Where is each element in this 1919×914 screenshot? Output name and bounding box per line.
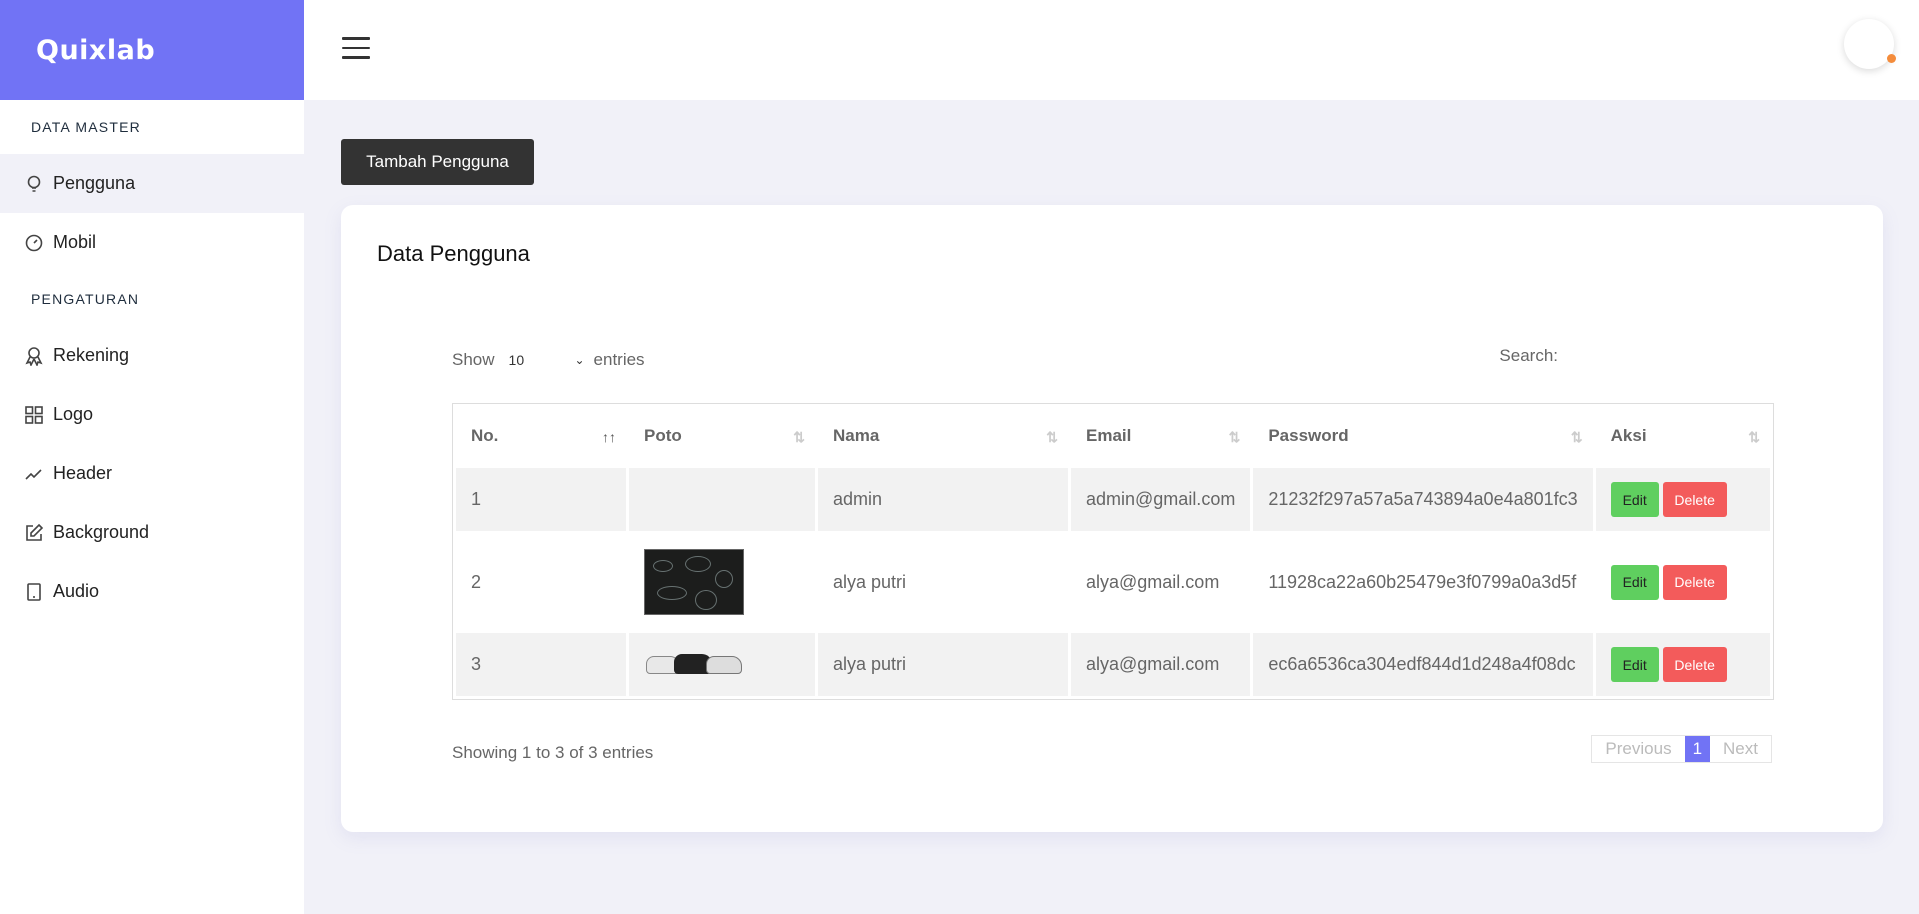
sidebar-item-logo[interactable]: Logo [0,385,304,444]
entries-length-control: Show 10 ⌄ entries [452,346,645,374]
sort-icon: ⇅ [793,429,805,445]
cell-poto [629,534,815,630]
column-header-password[interactable]: Password ⇅ [1253,407,1592,465]
next-page-button[interactable]: Next [1710,736,1771,762]
delete-button[interactable]: Delete [1662,482,1727,517]
avatar[interactable] [1844,19,1896,69]
brand-logo[interactable]: Quixlab [0,0,304,100]
cell-no: 2 [471,571,482,592]
cell-password: 11928ca22a60b25479e3f0799a0a3d5f [1268,571,1577,592]
status-dot [1887,54,1896,63]
grid-icon [25,405,43,424]
cell-password: 21232f297a57a5a743894a0e4a801fc3 [1253,468,1593,531]
speedometer-icon [25,234,43,251]
bulb-icon [27,175,41,192]
entries-value: 10 [508,352,525,368]
cell-aksi: Edit Delete [1595,468,1770,531]
cell-poto [629,633,815,696]
edit-icon [26,523,44,541]
previous-page-button[interactable]: Previous [1592,736,1684,762]
cell-password: ec6a6536ca304edf844d1d248a4f08dc [1253,633,1593,696]
cell-no: 3 [456,633,626,696]
table-row: 1 admin admin@gmail.com 21232f297a57a5a7… [456,468,1770,531]
user-photo-chalkboard [644,549,744,615]
edit-button[interactable]: Edit [1610,482,1659,517]
column-header-poto[interactable]: Poto ⇅ [629,407,815,465]
search-label: Search: [1499,346,1558,365]
delete-button[interactable]: Delete [1662,647,1727,682]
column-header-nama[interactable]: Nama ⇅ [818,407,1068,465]
cell-no: 1 [456,468,626,531]
cell-email: alya@gmail.com [1086,571,1220,592]
table-row: 2 alya putri alya@gmail.com 11928ca22a60… [456,534,1770,630]
section-title-data-master: DATA MASTER [31,119,141,135]
add-user-button[interactable]: Tambah Pengguna [341,139,534,185]
cell-nama: admin [818,468,1068,531]
sort-asc-icon: ↑↑ [602,429,616,445]
cell-email: admin@gmail.com [1071,468,1251,531]
hamburger-menu-icon[interactable] [342,37,370,61]
cell-nama: alya putri [833,571,907,592]
sidebar-item-label: Logo [53,404,94,424]
user-photo-cars [644,652,744,678]
sidebar-item-label: Pengguna [53,173,136,193]
sidebar-item-label: Background [53,522,150,542]
brand-name: Quixlab [36,34,156,66]
edit-button[interactable]: Edit [1610,647,1659,682]
chevron-down-icon: ⌄ [574,353,585,367]
pagination: Previous 1 Next [1591,735,1772,763]
sort-icon: ⇅ [1748,429,1760,445]
card-title: Data Pengguna [377,241,530,266]
users-table: No. ↑↑ Poto ⇅ Nama ⇅ Email ⇅ Password ⇅ Aksi ⇅… [452,403,1774,700]
sidebar: Quixlab DATA MASTER Pengguna Mobil PENGA… [0,0,304,914]
column-header-no[interactable]: No. ↑↑ [456,407,626,465]
badge-icon [25,346,43,366]
cell-nama: alya putri [818,633,1068,696]
column-header-aksi[interactable]: Aksi ⇅ [1596,407,1770,465]
entries-label: entries [593,350,645,369]
sidebar-item-label: Mobil [53,232,97,252]
sidebar-item-label: Audio [53,581,100,601]
show-label: Show [452,350,495,369]
delete-button[interactable]: Delete [1662,564,1727,600]
cell-aksi: Edit Delete [1595,633,1770,696]
cell-aksi: Edit Delete [1596,534,1770,630]
section-title-pengaturan: PENGATURAN [31,291,140,307]
edit-button[interactable]: Edit [1610,564,1659,600]
sort-icon: ⇅ [1570,429,1583,445]
sidebar-item-pengguna[interactable]: Pengguna [0,154,304,213]
users-card: Data Pengguna Show 10 ⌄ entries Search: … [341,205,1883,832]
cell-email: alya@gmail.com [1071,633,1251,696]
sidebar-item-label: Header [53,463,113,483]
sidebar-item-background[interactable]: Background [0,503,304,562]
table-row: 3 alya putri alya@gmail.com ec6a6536ca30… [456,633,1770,696]
sidebar-item-rekening[interactable]: Rekening [0,326,304,385]
topbar [304,0,1919,100]
sidebar-item-audio[interactable]: Audio [0,562,304,621]
table-info: Showing 1 to 3 of 3 entries [452,743,654,762]
column-header-email[interactable]: Email ⇅ [1071,407,1250,465]
entries-select[interactable]: 10 ⌄ [507,346,587,374]
sidebar-item-mobil[interactable]: Mobil [0,213,304,272]
tablet-icon [27,582,41,601]
sidebar-item-label: Rekening [53,345,130,365]
trend-line-icon [25,468,42,480]
sort-icon: ⇅ [1046,429,1058,445]
sidebar-item-header[interactable]: Header [0,444,304,503]
cell-poto [629,468,815,531]
sort-icon: ⇅ [1228,429,1241,445]
page-1-button[interactable]: 1 [1684,736,1711,762]
